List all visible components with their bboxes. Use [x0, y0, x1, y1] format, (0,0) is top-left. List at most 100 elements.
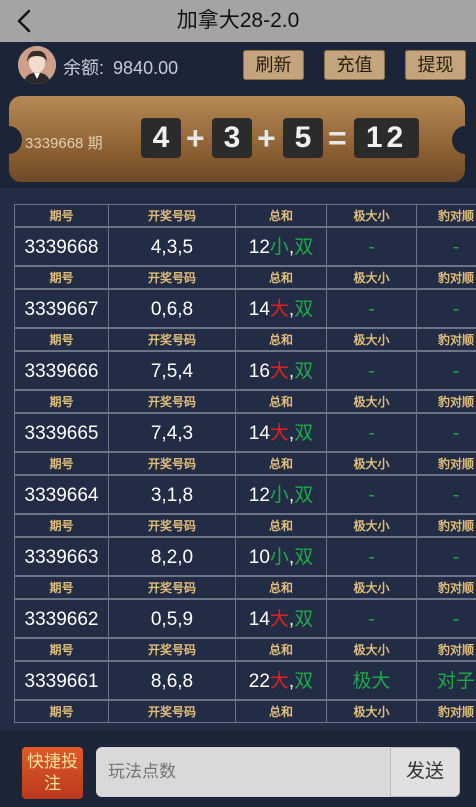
- extreme-result: -: [368, 609, 375, 630]
- cell-extreme: -: [326, 227, 417, 266]
- combo-result: -: [452, 237, 460, 258]
- table-header-row: 期号 开奖号码 总和 极大小 豹对顺: [14, 638, 476, 661]
- parity-result: 双: [294, 423, 314, 444]
- table-row[interactable]: 3339665 7,4,3 14大,双 - -: [14, 413, 476, 452]
- column-header: 极大小: [326, 452, 417, 475]
- result-sum: 12: [354, 118, 419, 158]
- column-header: 期号: [14, 514, 109, 537]
- cell-sum: 14大,双: [235, 599, 327, 638]
- cell-numbers: 0,6,8: [108, 289, 236, 328]
- column-header: 豹对顺: [416, 638, 476, 661]
- column-header: 极大小: [326, 638, 417, 661]
- cell-sum: 10小,双: [235, 537, 327, 576]
- cell-combo: -: [416, 599, 476, 638]
- parity-result: 双: [294, 671, 314, 692]
- cell-combo: -: [416, 537, 476, 576]
- cell-sum: 12小,双: [235, 227, 327, 266]
- cell-numbers: 7,5,4: [108, 351, 236, 390]
- avatar[interactable]: [18, 46, 56, 84]
- sum-value: 14: [248, 423, 270, 444]
- column-header: 开奖号码: [108, 576, 236, 599]
- cell-extreme: -: [326, 413, 417, 452]
- table-header-row: 期号 开奖号码 总和 极大小 豹对顺: [14, 700, 476, 723]
- column-header: 期号: [14, 700, 109, 723]
- table-row[interactable]: 3339667 0,6,8 14大,双 - -: [14, 289, 476, 328]
- issue-number: 3339667: [24, 299, 99, 320]
- table-header-row: 期号 开奖号码 总和 极大小 豹对顺: [14, 390, 476, 413]
- recharge-button[interactable]: 充值: [324, 50, 385, 80]
- sum-value: 12: [248, 485, 270, 506]
- column-header: 极大小: [326, 700, 417, 723]
- cell-issue: 3339668: [14, 227, 109, 266]
- table-row[interactable]: 3339666 7,5,4 16大,双 - -: [14, 351, 476, 390]
- equals-sign: =: [328, 120, 347, 156]
- sum-value: 22: [248, 671, 270, 692]
- combo-result: 对子: [436, 671, 475, 692]
- table-header-row: 期号 开奖号码 总和 极大小 豹对顺: [14, 514, 476, 537]
- combo-result: -: [452, 423, 460, 444]
- result-digit-1: 4: [141, 118, 181, 158]
- latest-issue: 3339668 期: [25, 135, 103, 152]
- table-header-row: 期号 开奖号码 总和 极大小 豹对顺: [14, 328, 476, 351]
- header-bar: 加拿大28-2.0: [0, 0, 476, 42]
- parity-result: 双: [294, 237, 314, 258]
- size-result: 小: [269, 547, 289, 568]
- cell-issue: 3339663: [14, 537, 109, 576]
- cell-numbers: 7,4,3: [108, 413, 236, 452]
- combo-result: -: [452, 485, 460, 506]
- issue-number: 3339664: [24, 485, 99, 506]
- cell-numbers: 4,3,5: [108, 227, 236, 266]
- table-row[interactable]: 3339662 0,5,9 14大,双 - -: [14, 599, 476, 638]
- ticket-notch-right: [452, 126, 476, 154]
- table-header-row: 期号 开奖号码 总和 极大小 豹对顺: [14, 266, 476, 289]
- cell-sum: 16大,双: [235, 351, 327, 390]
- issue-number: 3339662: [24, 609, 99, 630]
- issue-number: 3339668: [24, 237, 99, 258]
- size-result: 小: [269, 485, 289, 506]
- size-result: 大: [269, 299, 289, 320]
- user-bar: 余额: 9840.00 刷新 充值 提现: [0, 42, 476, 90]
- sum-value: 12: [248, 237, 270, 258]
- column-header: 极大小: [326, 390, 417, 413]
- cell-extreme: -: [326, 537, 417, 576]
- column-header: 极大小: [326, 514, 417, 537]
- table-row[interactable]: 3339661 8,6,8 22大,双 极大 对子: [14, 661, 476, 700]
- column-header: 豹对顺: [416, 328, 476, 351]
- column-header: 开奖号码: [108, 514, 236, 537]
- combo-result: -: [452, 299, 460, 320]
- draw-numbers: 7,5,4: [150, 361, 194, 382]
- table-row[interactable]: 3339663 8,2,0 10小,双 - -: [14, 537, 476, 576]
- draw-numbers: 8,6,8: [150, 671, 194, 692]
- column-header: 期号: [14, 390, 109, 413]
- column-header: 期号: [14, 452, 109, 475]
- column-header: 总和: [235, 638, 327, 661]
- history-list[interactable]: 期号 开奖号码 总和 极大小 豹对顺 3339668 4,3,5 12小,双 - - 期号 开奖号码总…: [0, 188, 476, 730]
- withdraw-button[interactable]: 提现: [405, 50, 466, 80]
- column-header: 总和: [235, 266, 327, 289]
- plus-sign: +: [257, 120, 276, 156]
- cell-combo: -: [416, 227, 476, 266]
- bet-input[interactable]: [96, 747, 392, 797]
- quick-bet-button[interactable]: 快捷投注: [22, 747, 83, 799]
- cell-combo: -: [416, 475, 476, 514]
- table-row[interactable]: 3339664 3,1,8 12小,双 - -: [14, 475, 476, 514]
- column-header: 期号: [14, 576, 109, 599]
- cell-issue: 3339665: [14, 413, 109, 452]
- column-header: 极大小: [326, 204, 417, 227]
- cell-numbers: 8,6,8: [108, 661, 236, 700]
- sum-value: 16: [248, 361, 270, 382]
- table-header-row: 期号 开奖号码 总和 极大小 豹对顺: [14, 576, 476, 599]
- refresh-button[interactable]: 刷新: [243, 50, 304, 80]
- column-header: 期号: [14, 328, 109, 351]
- size-result: 大: [269, 609, 289, 630]
- extreme-result: -: [368, 299, 375, 320]
- column-header: 豹对顺: [416, 700, 476, 723]
- extreme-result: -: [368, 547, 375, 568]
- column-header: 期号: [14, 266, 109, 289]
- table-row[interactable]: 3339668 4,3,5 12小,双 - -: [14, 227, 476, 266]
- send-button[interactable]: 发送: [390, 747, 460, 797]
- cell-numbers: 0,5,9: [108, 599, 236, 638]
- column-header: 豹对顺: [416, 514, 476, 537]
- size-result: 小: [269, 237, 289, 258]
- column-header: 极大小: [326, 266, 417, 289]
